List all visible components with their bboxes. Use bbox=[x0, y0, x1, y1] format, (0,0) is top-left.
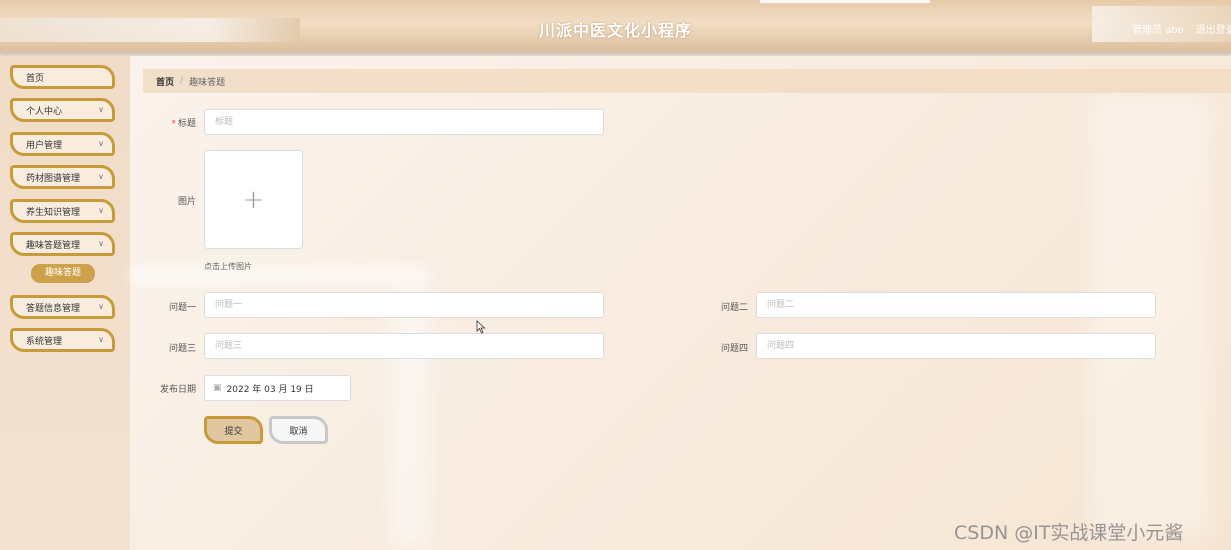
upload-hint: 点击上传图片 bbox=[204, 262, 252, 271]
chevron-down-icon: ∨ bbox=[98, 139, 104, 148]
breadcrumb: 首页 / 趣味答题 bbox=[143, 69, 1231, 93]
user-name: 管理员 abo bbox=[1132, 25, 1184, 36]
question4-label: 问题四 bbox=[720, 344, 748, 354]
breadcrumb-current: 趣味答题 bbox=[189, 77, 226, 88]
required-star: * bbox=[171, 119, 176, 129]
chevron-down-icon: ∨ bbox=[98, 105, 104, 114]
question1-input[interactable] bbox=[204, 292, 604, 318]
top-header: 川派中医文化小程序 管理员 abo 退出登录 bbox=[0, 0, 1231, 54]
sidebar-item-health-knowledge-management[interactable]: 养生知识管理 ∨ bbox=[10, 199, 115, 223]
cancel-button[interactable]: 取消 bbox=[269, 416, 328, 444]
sidebar-item-label: 养生知识管理 bbox=[26, 207, 81, 218]
sidebar-item-label: 个人中心 bbox=[26, 106, 63, 117]
sidebar-item-label: 用户管理 bbox=[26, 140, 63, 151]
header-decoration-highlight bbox=[760, 0, 930, 3]
sidebar-item-system-management[interactable]: 系统管理 ∨ bbox=[10, 328, 115, 352]
sidebar-item-personal-center[interactable]: 个人中心 ∨ bbox=[10, 98, 115, 122]
chevron-down-icon: ∨ bbox=[98, 172, 104, 181]
publish-date-picker[interactable]: ▣ 2022 年 03 月 19 日 bbox=[204, 375, 351, 401]
mouse-cursor-icon bbox=[476, 320, 486, 334]
calendar-icon: ▣ bbox=[213, 383, 222, 393]
breadcrumb-separator: / bbox=[180, 76, 184, 86]
app-title: 川派中医文化小程序 bbox=[538, 21, 692, 40]
question3-input[interactable] bbox=[204, 333, 604, 359]
title-input[interactable] bbox=[204, 109, 604, 135]
sidebar-item-label: 系统管理 bbox=[26, 336, 63, 347]
main-content: 首页 / 趣味答题 *标题 图片 + 点击上传图片 问题一 问题二 问题三 问题… bbox=[130, 56, 1231, 550]
sidebar-subitem-quiz[interactable]: 趣味答题 bbox=[31, 264, 95, 283]
sidebar-item-label: 药材图谱管理 bbox=[26, 173, 81, 184]
sidebar-item-answer-info-management[interactable]: 答题信息管理 ∨ bbox=[10, 295, 115, 319]
image-label: 图片 bbox=[177, 197, 196, 207]
submit-button[interactable]: 提交 bbox=[204, 416, 263, 444]
question2-input[interactable] bbox=[756, 292, 1156, 318]
background-glow bbox=[130, 266, 430, 284]
logout-link[interactable]: 退出登录 bbox=[1196, 25, 1231, 36]
sidebar-item-label: 首页 bbox=[26, 73, 45, 84]
user-area: 管理员 abo 退出登录 bbox=[1132, 21, 1231, 37]
chevron-down-icon: ∨ bbox=[98, 335, 104, 344]
question2-label: 问题二 bbox=[720, 303, 748, 313]
sidebar-item-label: 答题信息管理 bbox=[26, 303, 81, 314]
sidebar-item-herb-atlas-management[interactable]: 药材图谱管理 ∨ bbox=[10, 165, 115, 189]
title-label-text: 标题 bbox=[177, 119, 196, 129]
chevron-down-icon: ∨ bbox=[98, 239, 104, 248]
question4-input[interactable] bbox=[756, 333, 1156, 359]
background-glow bbox=[390, 286, 430, 546]
publish-date-value: 2022 年 03 月 19 日 bbox=[226, 384, 314, 395]
sidebar-item-home[interactable]: 首页 bbox=[10, 65, 115, 89]
sidebar-item-quiz-management[interactable]: 趣味答题管理 ∨ bbox=[10, 232, 115, 256]
plus-icon: + bbox=[242, 184, 265, 215]
title-label: * 标题 bbox=[136, 116, 196, 129]
question3-label: 问题三 bbox=[168, 344, 196, 354]
sidebar-item-label: 趣味答题管理 bbox=[26, 240, 81, 251]
sidebar-item-user-management[interactable]: 用户管理 ∨ bbox=[10, 132, 115, 156]
chevron-down-icon: ∨ bbox=[98, 302, 104, 311]
question1-label: 问题一 bbox=[168, 303, 196, 313]
breadcrumb-home[interactable]: 首页 bbox=[156, 75, 174, 88]
image-upload[interactable]: + bbox=[204, 150, 303, 249]
watermark: CSDN @IT实战课堂小元酱 bbox=[954, 522, 1184, 544]
publish-date-label: 发布日期 bbox=[159, 385, 196, 395]
chevron-down-icon: ∨ bbox=[98, 206, 104, 215]
sidebar: 首页 个人中心 ∨ 用户管理 ∨ 药材图谱管理 ∨ 养生知识管理 ∨ 趣味答题管… bbox=[0, 56, 130, 550]
